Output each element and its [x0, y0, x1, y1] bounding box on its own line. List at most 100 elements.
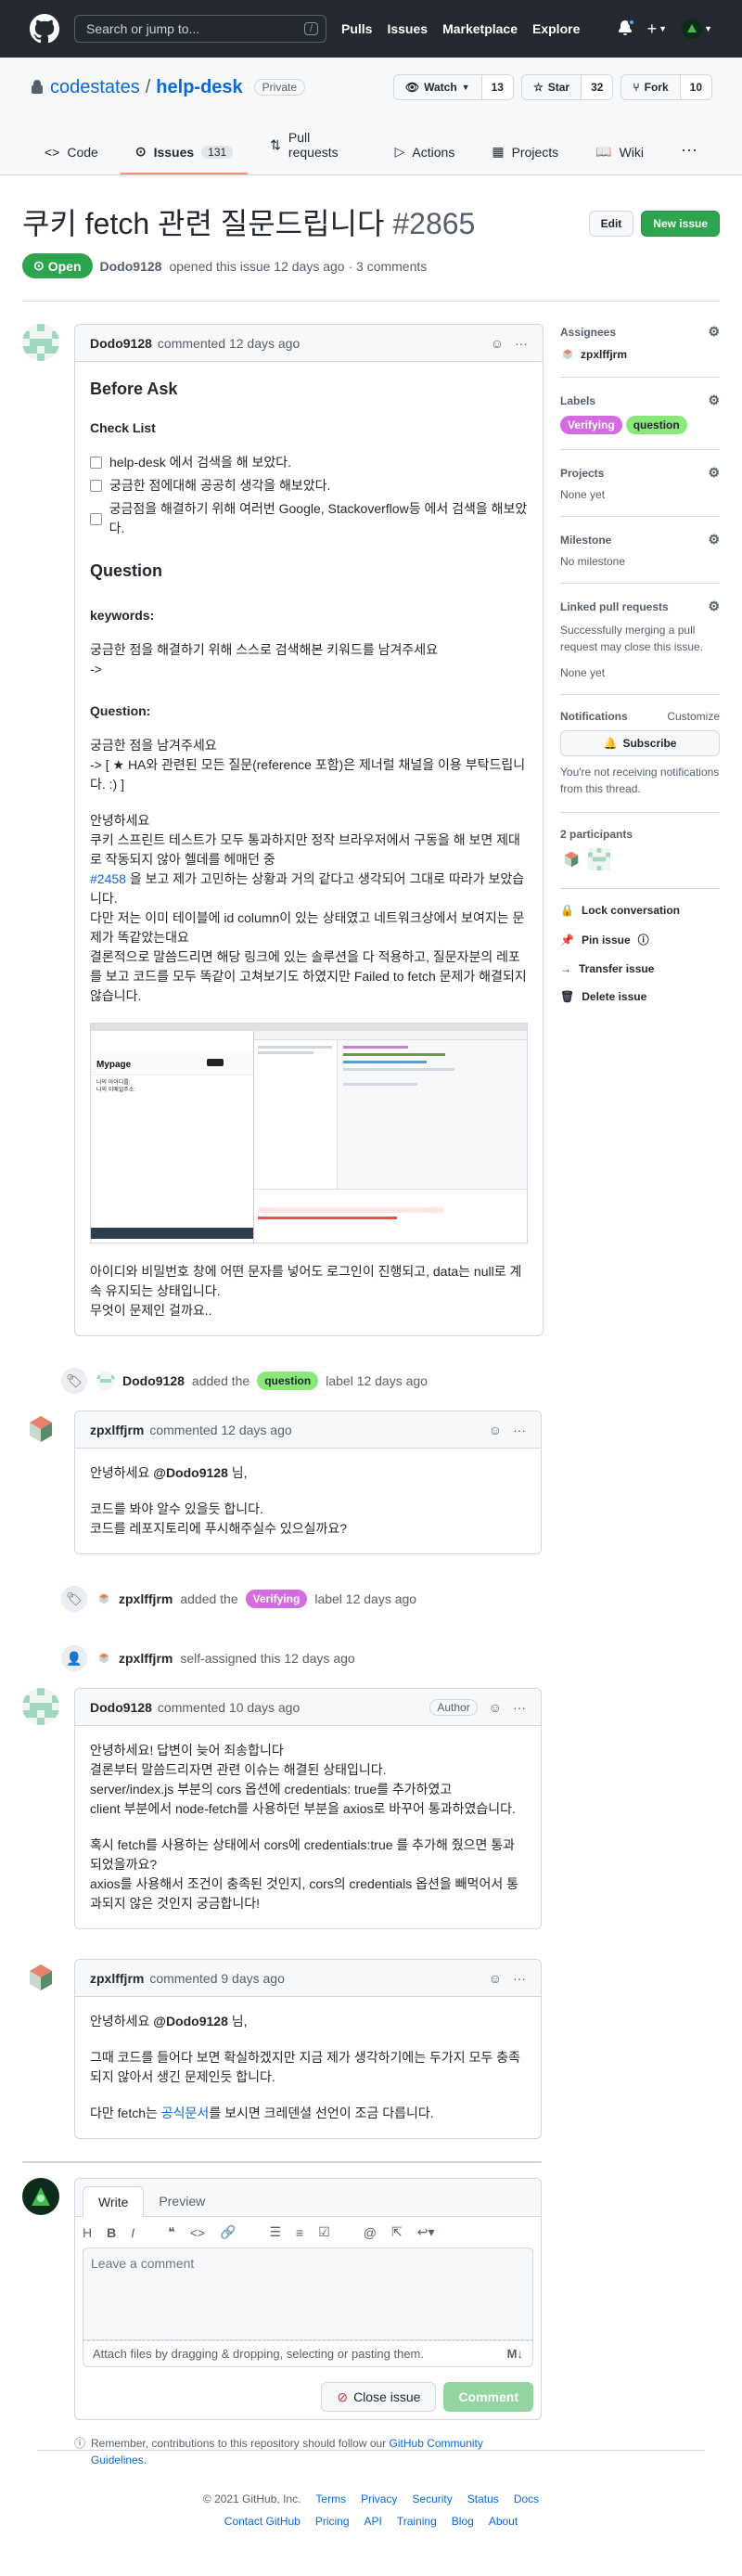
- avatar[interactable]: [96, 1372, 115, 1390]
- event-actor-link[interactable]: zpxlffjrm: [119, 1591, 173, 1606]
- fork-count[interactable]: 10: [680, 75, 711, 99]
- task-list-icon[interactable]: ☑: [318, 2224, 330, 2240]
- star-button[interactable]: ☆ Star 32: [520, 74, 614, 100]
- footer-link-status[interactable]: Status: [467, 2488, 499, 2510]
- create-new-plus-icon[interactable]: + ▼: [647, 19, 667, 39]
- cross-reference-icon[interactable]: ⇱: [391, 2224, 403, 2240]
- embedded-screenshot-image[interactable]: Mypage 나의 아이디를: 나의 이메일주소:: [90, 1023, 528, 1243]
- event-actor-link[interactable]: Dodo9128: [122, 1373, 185, 1388]
- subscribe-button[interactable]: 🔔 Subscribe: [560, 730, 720, 756]
- avatar[interactable]: [22, 1959, 59, 1996]
- comment-time[interactable]: commented 9 days ago: [149, 1971, 285, 1986]
- comment-author-link[interactable]: Dodo9128: [90, 1700, 152, 1715]
- participant-avatar[interactable]: [560, 848, 582, 873]
- gear-icon[interactable]: ⚙: [708, 532, 720, 547]
- checkbox[interactable]: [90, 480, 102, 492]
- unordered-list-icon[interactable]: ☰: [269, 2224, 281, 2240]
- close-issue-button[interactable]: ⊘ Close issue: [321, 2382, 437, 2412]
- italic-icon[interactable]: I: [131, 2225, 134, 2240]
- user-mention[interactable]: @Dodo9128: [153, 1465, 228, 1480]
- comment-author-link[interactable]: zpxlffjrm: [90, 1971, 144, 1986]
- avatar[interactable]: [22, 1410, 59, 1448]
- footer-link-about[interactable]: About: [489, 2510, 518, 2532]
- user-mention[interactable]: @Dodo9128: [153, 2014, 228, 2029]
- markdown-icon[interactable]: M↓: [507, 2347, 523, 2361]
- tab-code[interactable]: <> Code: [30, 137, 113, 174]
- pin-issue-button[interactable]: 📌 Pin issue ⓘ: [560, 924, 720, 955]
- assignee-link[interactable]: zpxlffjrm: [560, 347, 720, 362]
- watch-button[interactable]: 👁 Watch ▼ 13: [392, 74, 514, 100]
- kebab-horizontal-icon[interactable]: ···: [513, 1700, 526, 1715]
- label-question[interactable]: question: [625, 416, 687, 434]
- nav-issues[interactable]: Issues: [387, 21, 428, 36]
- comment-button[interactable]: Comment: [443, 2382, 533, 2412]
- star-count[interactable]: 32: [582, 75, 613, 99]
- smiley-icon[interactable]: ☺: [489, 1971, 502, 1986]
- gear-icon[interactable]: ⚙: [708, 324, 720, 340]
- transfer-issue-button[interactable]: → Transfer issue: [560, 955, 720, 983]
- new-issue-button[interactable]: New issue: [641, 211, 720, 237]
- quote-icon[interactable]: ❝: [168, 2224, 175, 2240]
- nav-pulls[interactable]: Pulls: [341, 21, 372, 36]
- gear-icon[interactable]: ⚙: [708, 393, 720, 408]
- tab-actions[interactable]: ▷ Actions: [380, 136, 470, 174]
- comment-author-link[interactable]: zpxlffjrm: [90, 1423, 144, 1437]
- avatar[interactable]: [96, 1591, 111, 1606]
- footer-link-security[interactable]: Security: [412, 2488, 452, 2510]
- bold-icon[interactable]: B: [107, 2225, 116, 2240]
- nav-marketplace[interactable]: Marketplace: [442, 21, 518, 36]
- smiley-icon[interactable]: ☺: [489, 1423, 502, 1437]
- watch-count[interactable]: 13: [481, 75, 513, 99]
- avatar[interactable]: [22, 1688, 59, 1725]
- kebab-horizontal-icon[interactable]: ···: [515, 336, 528, 351]
- nav-explore[interactable]: Explore: [532, 21, 580, 36]
- attach-files-bar[interactable]: Attach files by dragging & dropping, sel…: [83, 2340, 533, 2367]
- mention-icon[interactable]: @: [364, 2225, 377, 2240]
- checkbox[interactable]: [90, 457, 102, 469]
- label-verifying[interactable]: Verifying: [560, 416, 622, 434]
- kebab-horizontal-icon[interactable]: ···: [513, 1423, 526, 1437]
- link-icon[interactable]: 🔗: [220, 2224, 236, 2240]
- fork-button[interactable]: ⑂ Fork 10: [620, 74, 712, 100]
- comment-time[interactable]: commented 10 days ago: [158, 1700, 300, 1715]
- issue-reference-link[interactable]: #2458: [90, 871, 126, 886]
- user-menu[interactable]: ▼: [682, 19, 712, 39]
- footer-link-pricing[interactable]: Pricing: [315, 2510, 350, 2532]
- comment-textarea[interactable]: Leave a comment: [83, 2248, 533, 2340]
- heading-icon[interactable]: H: [83, 2225, 92, 2240]
- kebab-horizontal-icon[interactable]: ···: [513, 1971, 526, 1986]
- notifications-bell-icon[interactable]: [618, 18, 635, 38]
- comment-author-link[interactable]: Dodo9128: [90, 336, 152, 351]
- smiley-icon[interactable]: ☺: [491, 336, 504, 351]
- customize-link[interactable]: Customize: [667, 710, 720, 723]
- label-question[interactable]: question: [257, 1372, 319, 1390]
- more-tabs-kebab-icon[interactable]: ···: [666, 133, 712, 174]
- tab-pull-requests[interactable]: ⇅ Pull requests: [255, 122, 372, 174]
- reply-icon[interactable]: ↩▾: [417, 2224, 435, 2240]
- delete-issue-button[interactable]: 🗑 Delete issue: [560, 983, 720, 1011]
- footer-link-privacy[interactable]: Privacy: [361, 2488, 397, 2510]
- footer-link-training[interactable]: Training: [397, 2510, 437, 2532]
- ordered-list-icon[interactable]: ≡: [296, 2225, 303, 2240]
- checkbox[interactable]: [90, 512, 102, 525]
- lock-conversation-button[interactable]: 🔒 Lock conversation: [560, 896, 720, 924]
- avatar[interactable]: [22, 324, 59, 361]
- tab-preview[interactable]: Preview: [144, 2186, 220, 2216]
- code-icon[interactable]: <>: [190, 2225, 205, 2240]
- repo-name-link[interactable]: help-desk: [156, 77, 242, 98]
- repo-owner-link[interactable]: codestates: [50, 77, 140, 98]
- event-actor-link[interactable]: zpxlffjrm: [119, 1651, 173, 1666]
- tab-issues[interactable]: ⊙ Issues 131: [120, 136, 249, 174]
- comment-time[interactable]: commented 12 days ago: [149, 1423, 291, 1437]
- issue-author-link[interactable]: Dodo9128: [100, 259, 162, 274]
- footer-link-blog[interactable]: Blog: [452, 2510, 474, 2532]
- avatar[interactable]: [96, 1651, 111, 1666]
- footer-link-api[interactable]: API: [365, 2510, 382, 2532]
- docs-link[interactable]: 공식문서: [161, 2106, 210, 2120]
- tab-wiki[interactable]: 📖 Wiki: [581, 136, 659, 174]
- tab-write[interactable]: Write: [83, 2186, 145, 2217]
- footer-link-docs[interactable]: Docs: [514, 2488, 539, 2510]
- tab-projects[interactable]: ▦ Projects: [477, 136, 573, 174]
- comment-time[interactable]: commented 12 days ago: [158, 336, 300, 351]
- github-logo-icon[interactable]: [30, 14, 59, 44]
